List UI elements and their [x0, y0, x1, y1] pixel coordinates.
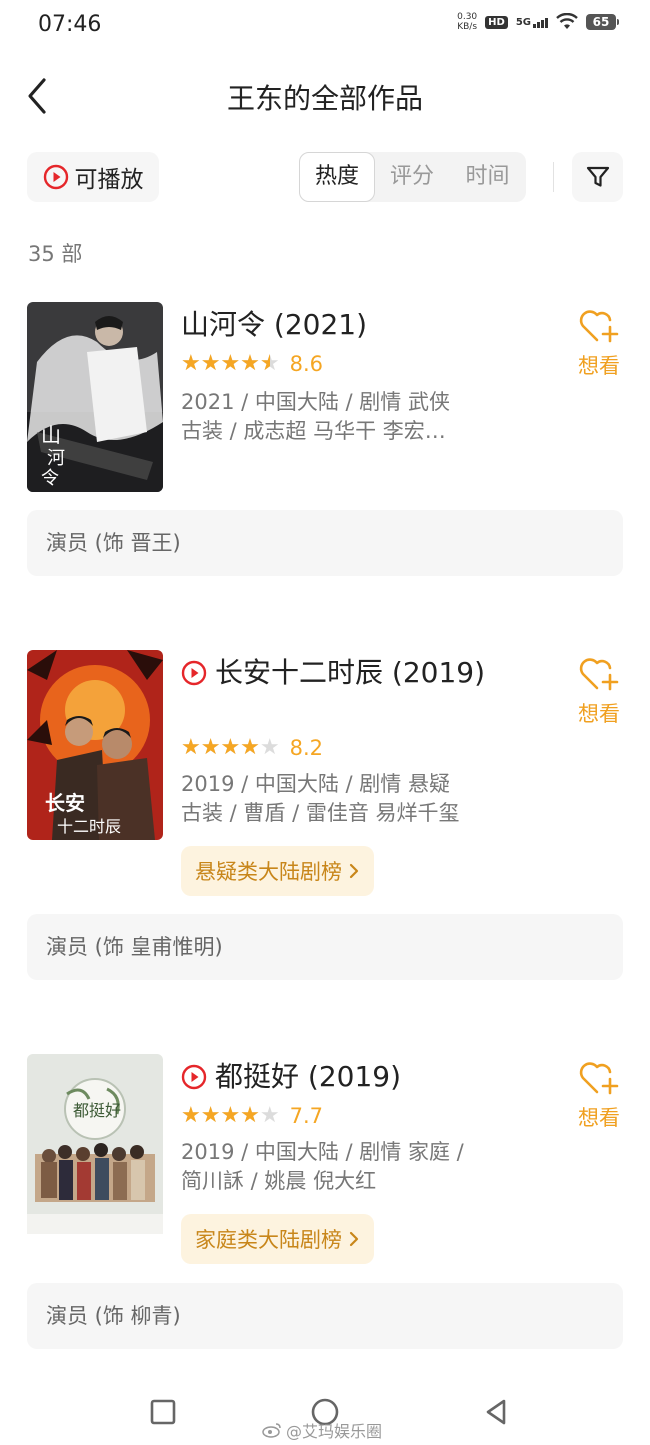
role-info: 演员 (饰 皇甫惟明) — [27, 914, 623, 980]
sort-segmented-control: 热度 评分 时间 — [299, 152, 526, 202]
divider — [553, 162, 554, 192]
svg-text:山: 山 — [41, 423, 61, 447]
movie-title[interactable]: 长安十二时辰 (2019) — [181, 654, 561, 692]
play-circle-icon — [181, 660, 207, 686]
movie-rating: ★★★★★★★★★★ 8.2 — [181, 735, 324, 761]
rating-stars: ★★★★★★★★★★ — [181, 351, 280, 376]
chart-ranking-link[interactable]: 家庭类大陆剧榜 — [181, 1214, 374, 1264]
movie-meta-line: 简川訸 / 姚晨 倪大红 — [181, 1169, 377, 1193]
svg-text:十二时辰: 十二时辰 — [57, 817, 121, 836]
watermark-text: @艾玛娱乐圈 — [286, 1422, 383, 1441]
movie-title-text: 长安十二时辰 (2019) — [215, 656, 486, 689]
movie-meta-line: 2021 / 中国大陆 / 剧情 武侠 — [181, 390, 450, 414]
movie-poster[interactable]: 长安 十二时辰 — [27, 650, 163, 840]
movie-meta-line: 2019 / 中国大陆 / 剧情 悬疑 — [181, 772, 450, 796]
weibo-logo-icon — [262, 1423, 281, 1438]
movie-rating: ★★★★★★★★★★ 8.6 — [181, 351, 324, 377]
rating-score: 8.6 — [289, 352, 324, 376]
want-to-watch-label: 想看 — [578, 354, 620, 378]
status-time: 07:46 — [38, 12, 102, 37]
heart-plus-icon — [579, 310, 619, 343]
page-header: 王东的全部作品 — [0, 62, 650, 132]
status-icons: 0.30 KB/s HD 5G 65 — [457, 12, 619, 32]
play-circle-icon — [181, 1064, 207, 1090]
network-speed-value: 0.30 — [457, 12, 478, 22]
movie-meta: 2021 / 中国大陆 / 剧情 武侠 古装 / 成志超 马华干 李宏… — [181, 388, 501, 446]
back-nav-button[interactable] — [478, 1394, 514, 1430]
playable-filter-label: 可播放 — [74, 167, 144, 193]
page-title: 王东的全部作品 — [226, 82, 423, 115]
wifi-icon — [556, 13, 578, 29]
movie-poster[interactable]: 山 河 令 — [27, 302, 163, 492]
movie-meta: 2019 / 中国大陆 / 剧情 家庭 / 简川訸 / 姚晨 倪大红 — [181, 1138, 501, 1196]
tab-sort-popularity[interactable]: 热度 — [299, 152, 375, 202]
rating-score: 7.7 — [289, 1104, 324, 1128]
filter-bar: 可播放 热度 评分 时间 — [0, 152, 650, 204]
battery-icon: 65 — [586, 14, 619, 30]
status-bar: 07:46 0.30 KB/s HD 5G 65 — [0, 0, 650, 56]
chevron-right-icon — [349, 863, 359, 879]
network-speed-unit: KB/s — [457, 22, 478, 32]
movie-title[interactable]: 山河令 (2021) — [181, 306, 561, 344]
square-icon — [150, 1399, 176, 1425]
movie-rating: ★★★★★★★★★★ 7.7 — [181, 1103, 324, 1129]
want-to-watch-button[interactable]: 想看 — [573, 308, 625, 380]
want-to-watch-button[interactable]: 想看 — [573, 1060, 625, 1132]
works-count: 35 部 — [28, 242, 83, 266]
triangle-back-icon — [486, 1399, 506, 1425]
svg-text:河: 河 — [47, 448, 65, 469]
role-info: 演员 (饰 晋王) — [27, 510, 623, 576]
chart-ranking-label: 悬疑类大陆剧榜 — [195, 860, 342, 884]
hd-icon: HD — [485, 15, 508, 29]
filter-button[interactable] — [572, 152, 623, 202]
play-circle-icon — [43, 164, 68, 190]
chevron-right-icon — [349, 1231, 359, 1247]
rating-stars: ★★★★★★★★★★ — [181, 1103, 280, 1128]
movie-meta-line: 2019 / 中国大陆 / 剧情 家庭 / — [181, 1140, 464, 1164]
svg-text:长安: 长安 — [45, 791, 85, 815]
svg-text:令: 令 — [41, 468, 59, 489]
movie-title-text: 山河令 (2021) — [181, 308, 368, 341]
filter-funnel-icon — [586, 166, 609, 187]
want-to-watch-label: 想看 — [578, 1106, 620, 1130]
want-to-watch-label: 想看 — [578, 702, 620, 726]
chart-ranking-label: 家庭类大陆剧榜 — [195, 1228, 342, 1252]
watermark: @艾玛娱乐圈 — [262, 1418, 382, 1442]
cellular-signal-icon: 5G — [516, 17, 548, 28]
recent-apps-button[interactable] — [145, 1394, 181, 1430]
movie-title[interactable]: 都挺好 (2019) — [181, 1058, 561, 1096]
heart-plus-icon — [579, 1062, 619, 1095]
chart-ranking-link[interactable]: 悬疑类大陆剧榜 — [181, 846, 374, 896]
movie-meta-line: 古装 / 成志超 马华干 李宏… — [181, 419, 446, 443]
tab-sort-time[interactable]: 时间 — [451, 152, 524, 202]
rating-score: 8.2 — [289, 736, 324, 760]
movie-meta-line: 古装 / 曹盾 / 雷佳音 易烊千玺 — [181, 801, 460, 825]
movie-meta: 2019 / 中国大陆 / 剧情 悬疑 古装 / 曹盾 / 雷佳音 易烊千玺 — [181, 770, 501, 828]
role-info: 演员 (饰 柳青) — [27, 1283, 623, 1349]
rating-stars: ★★★★★★★★★★ — [181, 735, 280, 760]
tab-sort-rating[interactable]: 评分 — [376, 152, 448, 202]
poster-image: 长安 十二时辰 — [27, 650, 163, 840]
network-type: 5G — [515, 16, 531, 28]
network-speed: 0.30 KB/s — [457, 12, 477, 32]
movie-poster[interactable]: 都挺好 — [27, 1054, 163, 1244]
svg-text:都挺好: 都挺好 — [73, 1101, 121, 1120]
playable-filter-button[interactable]: 可播放 — [27, 152, 159, 202]
movie-title-text: 都挺好 (2019) — [215, 1060, 402, 1093]
want-to-watch-button[interactable]: 想看 — [573, 656, 625, 728]
heart-plus-icon — [579, 658, 619, 691]
poster-image: 都挺好 — [27, 1054, 163, 1234]
poster-image: 山 河 令 — [27, 302, 163, 492]
